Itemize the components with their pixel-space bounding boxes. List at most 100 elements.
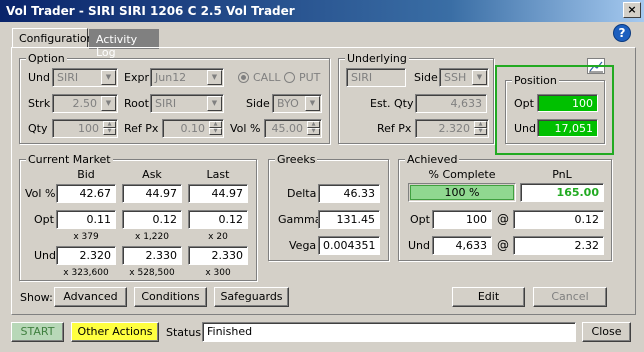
market-volpct-last: 44.97 xyxy=(188,184,248,203)
tab-activity-log[interactable]: Activity Log xyxy=(89,29,159,59)
conditions-button[interactable]: Conditions xyxy=(134,287,207,307)
option-side-label: Side xyxy=(246,97,270,110)
window-close-button[interactable]: × xyxy=(623,2,641,18)
status-field: Finished xyxy=(202,322,576,342)
safeguards-button[interactable]: Safeguards xyxy=(214,287,289,307)
greeks-delta-label: Delta xyxy=(287,187,317,200)
option-side-select[interactable]: BYO ▼ xyxy=(272,94,322,113)
achieved-und-label: Und xyxy=(408,239,431,252)
option-root-select[interactable]: SIRI ▼ xyxy=(150,94,224,113)
window-title: Vol Trader - SIRI SIRI 1206 C 2.5 Vol Tr… xyxy=(6,4,295,18)
market-opt-ask: 0.12 xyxy=(122,210,182,229)
status-label: Status xyxy=(166,326,202,339)
market-opt-label: Opt xyxy=(34,213,54,226)
position-opt-label: Opt xyxy=(514,97,534,110)
market-last-header: Last xyxy=(206,168,230,181)
achieved-opt-px: 0.12 xyxy=(513,210,604,229)
market-opt-bid: 0.11 xyxy=(56,210,116,229)
market-und-bid-size: x 323,600 xyxy=(63,268,109,278)
option-strk-select[interactable]: 2.50 ▼ xyxy=(52,94,118,113)
option-volpct-label: Vol % xyxy=(230,122,261,135)
put-label: PUT xyxy=(299,71,321,84)
chevron-down-icon: ▼ xyxy=(207,70,222,85)
greeks-vega-value: 0.004351 xyxy=(318,236,380,255)
achieved-opt-at: @ xyxy=(497,212,509,226)
spinner-arrows-icon[interactable]: ▲ ▼ xyxy=(474,121,487,136)
achieved-und-px: 2.32 xyxy=(513,236,604,255)
option-expr-select[interactable]: Jun12 ▼ xyxy=(150,68,224,87)
underlying-side-select[interactable]: SSH ▼ xyxy=(439,68,489,87)
underlying-side-label: Side xyxy=(414,71,438,84)
achieved-progress-bar: 100 % xyxy=(408,183,516,202)
chevron-down-icon: ▼ xyxy=(305,96,320,111)
market-und-last-size: x 300 xyxy=(205,268,231,278)
market-und-ask: 2.330 xyxy=(122,246,182,265)
help-icon[interactable]: ? xyxy=(613,24,631,42)
spinner-arrows-icon[interactable]: ▲ ▼ xyxy=(209,121,222,136)
market-opt-last-size: x 20 xyxy=(208,232,228,242)
start-button[interactable]: START xyxy=(11,322,64,342)
chevron-down-icon: ▼ xyxy=(101,96,116,111)
option-volpct-spinner[interactable]: 45.00 ▲ ▼ xyxy=(264,119,322,138)
edit-button[interactable]: Edit xyxy=(452,287,525,307)
option-refpx-label: Ref Px xyxy=(124,122,159,135)
achieved-title: Achieved xyxy=(405,153,460,166)
tab-configuration[interactable]: Configuration xyxy=(12,28,94,48)
current-market-title: Current Market xyxy=(26,153,113,166)
achieved-und-at: @ xyxy=(497,238,509,252)
spinner-arrows-icon[interactable]: ▲ ▼ xyxy=(307,121,320,136)
option-strk-label: Strk xyxy=(28,97,51,110)
underlying-refpx-label: Ref Px xyxy=(377,122,412,135)
achieved-complete-header: % Complete xyxy=(428,168,496,181)
call-label: CALL xyxy=(253,71,281,84)
achieved-und-qty: 4,633 xyxy=(432,236,492,255)
option-expr-label: Expr xyxy=(124,71,149,84)
underlying-group-title: Underlying xyxy=(345,52,409,65)
option-und-select[interactable]: SIRI ▼ xyxy=(52,68,118,87)
market-opt-bid-size: x 379 xyxy=(73,232,99,242)
option-root-label: Root xyxy=(124,97,149,110)
market-volpct-label: Vol % xyxy=(25,187,56,200)
market-opt-ask-size: x 1,220 xyxy=(135,232,169,242)
option-und-label: Und xyxy=(28,71,51,84)
chevron-down-icon: ▼ xyxy=(207,96,222,111)
achieved-pnl-header: PnL xyxy=(552,168,572,181)
other-actions-button[interactable]: Other Actions xyxy=(71,322,159,342)
position-und-label: Und xyxy=(514,122,537,135)
market-volpct-bid: 42.67 xyxy=(56,184,116,203)
cancel-button[interactable]: Cancel xyxy=(533,287,607,307)
title-bar: Vol Trader - SIRI SIRI 1206 C 2.5 Vol Tr… xyxy=(0,0,644,22)
put-radio[interactable] xyxy=(284,72,295,83)
underlying-symbol-field[interactable]: SIRI xyxy=(346,68,406,87)
greeks-gamma-label: Gamma xyxy=(278,213,322,226)
market-volpct-ask: 44.97 xyxy=(122,184,182,203)
achieved-complete-value: 100 % xyxy=(444,186,480,199)
chevron-down-icon: ▼ xyxy=(101,70,116,85)
option-group-title: Option xyxy=(26,52,67,65)
position-group-title: Position xyxy=(512,74,559,87)
option-qty-label: Qty xyxy=(28,122,48,135)
chevron-down-icon: ▼ xyxy=(472,70,487,85)
greeks-vega-label: Vega xyxy=(289,239,317,252)
market-und-label: Und xyxy=(34,249,57,262)
show-label: Show: xyxy=(20,291,53,304)
spinner-arrows-icon[interactable]: ▲ ▼ xyxy=(103,121,116,136)
option-refpx-spinner[interactable]: 0.10 ▲ ▼ xyxy=(162,119,224,138)
market-und-bid: 2.320 xyxy=(56,246,116,265)
market-und-last: 2.330 xyxy=(188,246,248,265)
achieved-opt-qty: 100 xyxy=(432,210,492,229)
option-qty-spinner[interactable]: 100 ▲ ▼ xyxy=(52,119,118,138)
position-und-value: 17,051 xyxy=(537,119,598,137)
advanced-button[interactable]: Advanced xyxy=(54,287,127,307)
call-radio[interactable] xyxy=(238,72,249,83)
achieved-opt-label: Opt xyxy=(410,213,430,226)
close-button[interactable]: Close xyxy=(582,322,631,342)
position-opt-value: 100 xyxy=(537,94,598,112)
underlying-refpx-spinner[interactable]: 2.320 ▲ ▼ xyxy=(415,119,489,138)
market-bid-header: Bid xyxy=(77,168,95,181)
greeks-delta-value: 46.33 xyxy=(318,184,380,203)
market-ask-header: Ask xyxy=(142,168,162,181)
underlying-estqty-field: 4,633 xyxy=(415,94,487,113)
greeks-title: Greeks xyxy=(275,153,318,166)
underlying-estqty-label: Est. Qty xyxy=(370,97,414,110)
